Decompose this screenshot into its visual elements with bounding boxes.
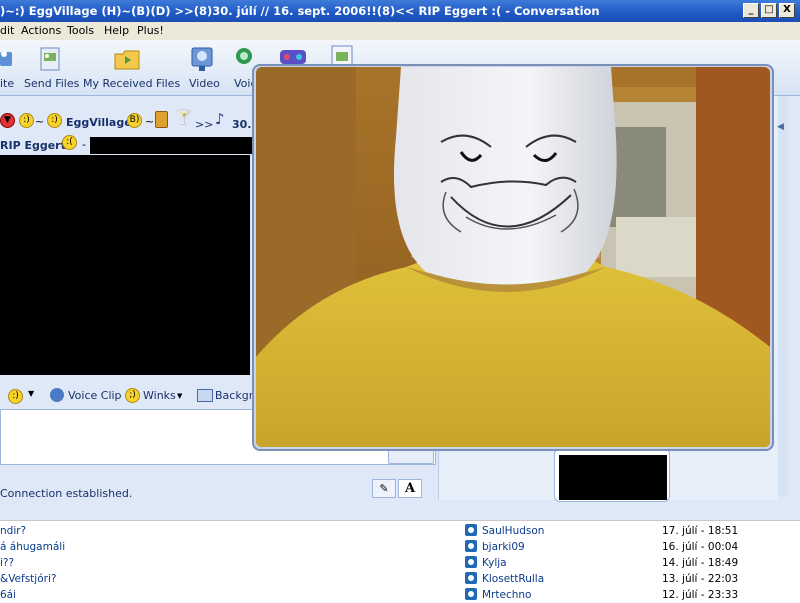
text-mode-button[interactable]: A bbox=[398, 479, 422, 498]
pen-icon: ✎ bbox=[379, 482, 389, 495]
status-text: Connection established. bbox=[0, 487, 133, 500]
list-item[interactable]: á áhugamáli bjarki09 16. júlí - 00:04 bbox=[0, 539, 800, 555]
topic-date: 16. júlí - 00:04 bbox=[662, 541, 739, 553]
send-files-button[interactable] bbox=[34, 46, 64, 72]
cool-emoticon-icon: B) bbox=[127, 113, 142, 128]
invite-label: ite bbox=[0, 77, 15, 90]
topic-subject[interactable]: &Vefstjóri? bbox=[0, 573, 56, 585]
psm-name: RIP Eggert bbox=[0, 139, 66, 152]
dropdown-arrow-icon[interactable]: ▼ bbox=[28, 389, 34, 398]
topic-date: 13. júlí - 22:03 bbox=[662, 573, 739, 585]
window-title: )~:) EggVillage (H)~(B)(D) >>(8)30. júlí… bbox=[0, 4, 600, 18]
topic-subject[interactable]: 6ái bbox=[0, 589, 16, 601]
smiley-emoticon-icon: :) bbox=[19, 113, 34, 128]
cocktail-emoticon-icon: 🍸 bbox=[175, 110, 193, 126]
topic-list: ndir? SaulHudson 17. júlí - 18:51 á áhug… bbox=[0, 520, 800, 603]
webcam-image bbox=[256, 67, 770, 447]
voice-icon bbox=[236, 48, 252, 64]
date-text: 30. bbox=[232, 118, 252, 131]
close-button[interactable]: X bbox=[779, 3, 795, 18]
winks-button[interactable]: Winks bbox=[143, 389, 176, 402]
voice-button[interactable] bbox=[232, 46, 252, 72]
video-button[interactable] bbox=[188, 46, 216, 72]
topic-subject[interactable]: ndir? bbox=[0, 525, 26, 537]
winks-icon: ;) bbox=[125, 388, 140, 403]
input-toolbar: :) ▼ Voice Clip ;) Winks ▼ Backgro bbox=[0, 383, 260, 409]
my-display-picture bbox=[559, 455, 667, 500]
maximize-button[interactable]: □ bbox=[761, 3, 777, 18]
sad-emoticon-icon: :( bbox=[62, 135, 77, 150]
list-item[interactable]: ndir? SaulHudson 17. júlí - 18:51 bbox=[0, 523, 800, 539]
conversation-window: )~:) EggVillage (H)~(B)(D) >>(8)30. júlí… bbox=[0, 0, 800, 520]
music-note-icon: ♪ bbox=[215, 110, 225, 128]
menu-actions[interactable]: Actions bbox=[21, 24, 61, 37]
send-files-icon bbox=[40, 47, 60, 71]
user-icon bbox=[465, 556, 477, 568]
list-item[interactable]: i?? Kylja 14. júlí - 18:49 bbox=[0, 555, 800, 571]
menu-tools[interactable]: Tools bbox=[67, 24, 94, 37]
topic-user[interactable]: bjarki09 bbox=[482, 541, 525, 553]
beer-emoticon-icon bbox=[155, 111, 168, 128]
dropdown-arrow-icon[interactable]: ▼ bbox=[177, 392, 182, 400]
user-icon bbox=[465, 540, 477, 552]
arrows-text: >> bbox=[195, 118, 214, 131]
topic-date: 12. júlí - 23:33 bbox=[662, 589, 739, 601]
smile-emoticon-icon: :) bbox=[47, 113, 62, 128]
user-icon bbox=[465, 524, 477, 536]
topic-subject[interactable]: i?? bbox=[0, 557, 14, 569]
collapse-arrow-icon[interactable]: ◀ bbox=[777, 122, 784, 132]
received-files-label: My Received Files bbox=[83, 77, 181, 90]
topic-date: 17. júlí - 18:51 bbox=[662, 525, 739, 537]
handwriting-button[interactable]: ✎ bbox=[372, 479, 396, 498]
menu-edit[interactable]: dit bbox=[0, 24, 14, 37]
webcam-feed bbox=[256, 67, 770, 447]
topic-user[interactable]: Kylja bbox=[482, 557, 507, 569]
devil-emoticon-icon: ▼ bbox=[0, 113, 15, 128]
topic-user[interactable]: Mrtechno bbox=[482, 589, 531, 601]
background-icon bbox=[197, 389, 213, 402]
topic-user[interactable]: SaulHudson bbox=[482, 525, 544, 537]
to-line: ▼ :) ~ :) EggVillage B) ~ 🍸 >> ♪ 30. bbox=[0, 110, 260, 132]
minimize-button[interactable]: _ bbox=[743, 3, 759, 18]
list-item[interactable]: 6ái Mrtechno 12. júlí - 23:33 bbox=[0, 587, 800, 603]
menu-bar: dit Actions Tools Help Plus! bbox=[0, 22, 800, 40]
voice-clip-icon bbox=[50, 388, 64, 402]
user-icon bbox=[465, 588, 477, 600]
contact-name: EggVillage bbox=[66, 116, 132, 129]
tilde-icon: ~ bbox=[145, 115, 155, 128]
chat-history[interactable] bbox=[0, 155, 250, 375]
menu-help[interactable]: Help bbox=[104, 24, 129, 37]
webcam-icon bbox=[191, 47, 213, 71]
text-a-icon: A bbox=[404, 481, 416, 496]
user-icon bbox=[465, 572, 477, 584]
side-scrollbar[interactable] bbox=[778, 96, 788, 496]
send-files-label: Send Files bbox=[24, 77, 80, 90]
topic-subject[interactable]: á áhugamáli bbox=[0, 541, 65, 553]
topic-date: 14. júlí - 18:49 bbox=[662, 557, 739, 569]
folder-icon bbox=[114, 50, 140, 70]
tilde-icon: ~ bbox=[35, 115, 45, 128]
topic-user[interactable]: KlosettRulla bbox=[482, 573, 544, 585]
voice-clip-button[interactable]: Voice Clip bbox=[68, 389, 122, 402]
invite-button[interactable]: ite bbox=[0, 46, 14, 90]
title-bar[interactable]: )~:) EggVillage (H)~(B)(D) >>(8)30. júlí… bbox=[0, 0, 800, 22]
emoticon-picker-icon[interactable]: :) bbox=[8, 389, 23, 404]
redacted-bar bbox=[90, 137, 255, 154]
dash-text: - bbox=[82, 138, 86, 151]
menu-plus[interactable]: Plus! bbox=[137, 24, 164, 37]
invite-icon bbox=[0, 51, 12, 66]
received-files-button[interactable] bbox=[112, 46, 142, 72]
video-label: Video bbox=[189, 77, 220, 90]
list-item[interactable]: &Vefstjóri? KlosettRulla 13. júlí - 22:0… bbox=[0, 571, 800, 587]
